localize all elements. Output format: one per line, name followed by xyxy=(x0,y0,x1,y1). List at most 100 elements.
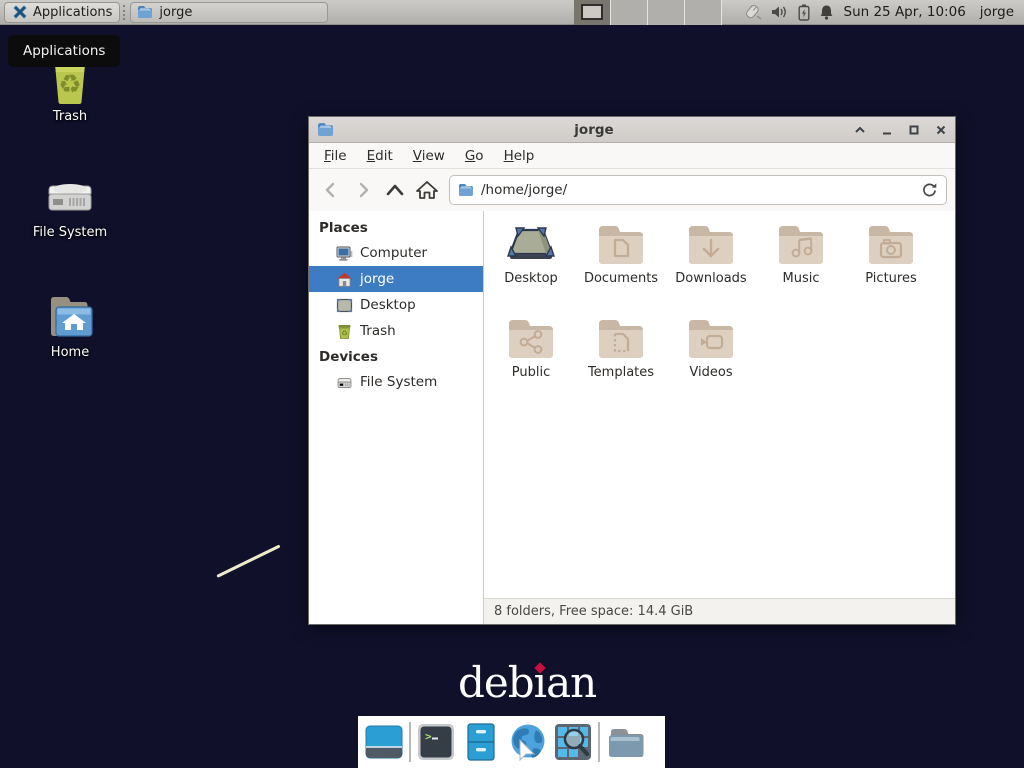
file-item-templates[interactable]: Templates xyxy=(576,311,666,405)
dock-web-browser-button[interactable] xyxy=(506,722,548,762)
back-button[interactable] xyxy=(317,176,345,204)
panel-user-menu[interactable]: jorge xyxy=(980,4,1014,20)
window-folder-icon xyxy=(317,122,334,137)
statusbar-text: 8 folders, Free space: 14.4 GiB xyxy=(494,604,693,619)
folder-videos-icon xyxy=(685,316,737,362)
menu-go[interactable]: Go xyxy=(456,145,493,167)
workspace-3[interactable] xyxy=(648,0,685,25)
hard-drive-icon xyxy=(336,375,353,389)
sidebar-item-label: Desktop xyxy=(360,297,416,313)
sidebar-item-label: File System xyxy=(360,374,437,390)
menu-help[interactable]: Help xyxy=(495,145,544,167)
stray-marker-line xyxy=(216,544,280,577)
desktop-icon-file-system[interactable]: File System xyxy=(25,172,115,240)
sidebar-item-desktop[interactable]: Desktop xyxy=(309,292,483,318)
menu-view[interactable]: View xyxy=(404,145,454,167)
file-item-videos[interactable]: Videos xyxy=(666,311,756,405)
sidebar-item-label: Computer xyxy=(360,245,427,261)
titlebar[interactable]: jorge xyxy=(309,117,955,143)
folder-icon xyxy=(137,5,153,19)
dock-app-finder-button[interactable] xyxy=(553,722,593,762)
file-item-desktop[interactable]: Desktop xyxy=(486,217,576,311)
file-item-pictures[interactable]: Pictures xyxy=(846,217,936,311)
window-title: jorge xyxy=(334,122,854,138)
workspace-2[interactable] xyxy=(611,0,648,25)
sidebar-item-jorge[interactable]: jorge xyxy=(309,266,483,292)
file-item-documents[interactable]: Documents xyxy=(576,217,666,311)
file-cabinet-icon xyxy=(461,722,501,762)
folder-music-icon xyxy=(775,222,827,268)
forward-icon xyxy=(354,181,372,199)
dock-separator xyxy=(598,722,600,762)
desktop-icon-label: Trash xyxy=(53,109,87,124)
folder-public-icon xyxy=(505,316,557,362)
file-item-label: Public xyxy=(512,365,550,380)
web-browser-icon xyxy=(506,722,548,762)
workspace-1[interactable] xyxy=(574,0,611,25)
dock-file-manager-button[interactable] xyxy=(605,722,647,762)
applications-tooltip: Applications xyxy=(8,35,120,67)
applications-menu-button[interactable]: Applications xyxy=(4,2,120,23)
menu-edit[interactable]: Edit xyxy=(358,145,402,167)
location-bar[interactable]: /home/jorge/ xyxy=(449,175,947,205)
mouse-icon[interactable] xyxy=(742,3,762,21)
hard-drive-icon xyxy=(41,172,99,220)
menu-file[interactable]: File xyxy=(315,145,356,167)
workspace-4[interactable] xyxy=(685,0,722,25)
show-desktop-icon xyxy=(364,722,404,762)
maximize-icon[interactable] xyxy=(908,124,920,136)
taskbar-window-button[interactable]: jorge xyxy=(130,2,328,23)
file-item-label: Downloads xyxy=(675,271,746,286)
up-button[interactable] xyxy=(381,176,409,204)
sidebar-item-trash[interactable]: ♻ Trash xyxy=(309,318,483,344)
file-item-public[interactable]: Public xyxy=(486,311,576,405)
debian-logo-text-i: ı xyxy=(534,658,546,707)
dock-show-desktop-button[interactable] xyxy=(364,722,404,762)
system-tray xyxy=(742,3,834,21)
folder-downloads-icon xyxy=(685,222,737,268)
sidebar-item-file-system[interactable]: File System xyxy=(309,369,483,395)
file-item-music[interactable]: Music xyxy=(756,217,846,311)
svg-text:>: > xyxy=(425,730,432,743)
folder-templates-icon xyxy=(595,316,647,362)
minimize-icon[interactable] xyxy=(881,124,893,136)
reload-icon[interactable] xyxy=(921,182,938,199)
file-item-label: Pictures xyxy=(865,271,916,286)
sidebar-item-computer[interactable]: Computer xyxy=(309,240,483,266)
folder-icon xyxy=(605,722,647,762)
statusbar: 8 folders, Free space: 14.4 GiB xyxy=(484,598,955,624)
terminal-icon: > xyxy=(416,722,456,762)
home-button[interactable] xyxy=(413,176,441,204)
forward-button[interactable] xyxy=(349,176,377,204)
file-item-label: Documents xyxy=(584,271,658,286)
location-input[interactable]: /home/jorge/ xyxy=(481,182,914,198)
location-folder-icon xyxy=(458,183,474,197)
toolbar: /home/jorge/ xyxy=(309,169,955,211)
file-item-label: Videos xyxy=(689,365,732,380)
shade-icon[interactable] xyxy=(854,124,866,136)
dock-file-cabinet-button[interactable] xyxy=(461,722,501,762)
sidebar: Places Computer jorge xyxy=(309,211,484,624)
dock-separator xyxy=(409,722,411,762)
notifications-bell-icon[interactable] xyxy=(819,4,834,20)
computer-icon xyxy=(336,246,353,261)
file-manager-window: jorge File Edit View Go Help xyxy=(308,116,956,625)
file-grid: Desktop Documents xyxy=(484,211,955,598)
sidebar-item-label: jorge xyxy=(360,271,394,287)
up-icon xyxy=(385,182,405,198)
dock-terminal-button[interactable]: > xyxy=(416,722,456,762)
home-icon xyxy=(336,272,353,287)
debian-logo-text-1: deb xyxy=(458,658,534,707)
dock: > xyxy=(358,716,665,768)
home-folder-icon xyxy=(43,292,97,340)
battery-icon[interactable] xyxy=(798,4,810,21)
window-controls xyxy=(854,124,947,136)
close-icon[interactable] xyxy=(935,124,947,136)
svg-text:♻: ♻ xyxy=(58,70,81,100)
file-item-label: Desktop xyxy=(504,271,558,286)
file-item-downloads[interactable]: Downloads xyxy=(666,217,756,311)
volume-icon[interactable] xyxy=(771,4,789,20)
panel-clock[interactable]: Sun 25 Apr, 10:06 xyxy=(844,4,966,20)
desktop-icon-home[interactable]: Home xyxy=(25,292,115,360)
sidebar-item-label: Trash xyxy=(360,323,396,339)
